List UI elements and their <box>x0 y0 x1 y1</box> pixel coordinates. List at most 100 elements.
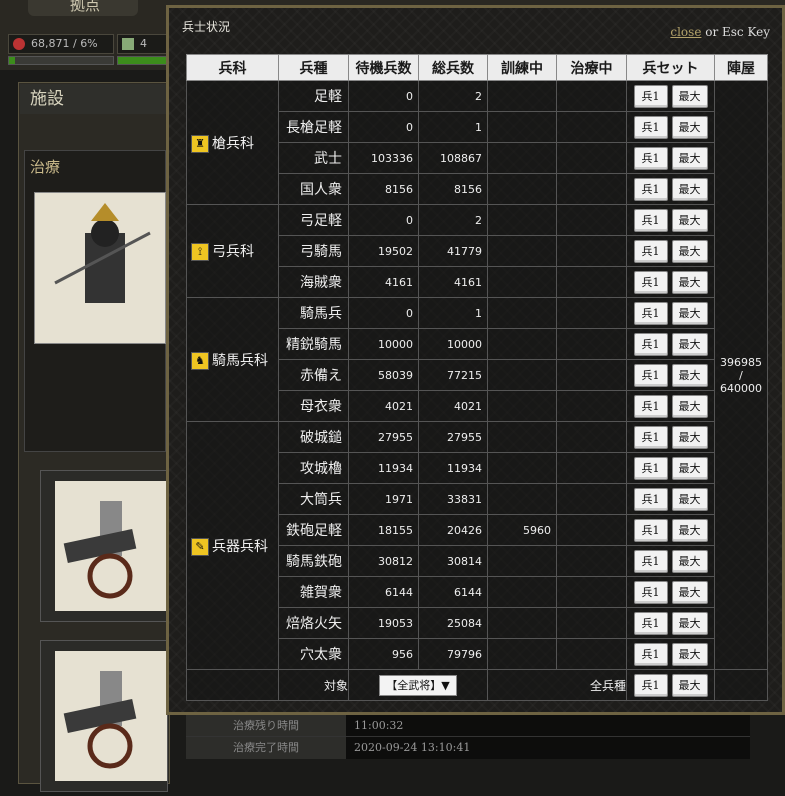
all-soldier1-button[interactable]: 兵1 <box>633 673 668 697</box>
soldier-set-cell: 兵1 最大 <box>626 142 715 174</box>
max-button[interactable]: 最大 <box>671 363 708 387</box>
category-name: 騎馬兵科 <box>212 352 268 369</box>
barracks-max: 640000 <box>720 381 762 395</box>
training-count <box>487 359 557 391</box>
soldier1-button[interactable]: 兵1 <box>633 425 668 449</box>
max-button[interactable]: 最大 <box>671 394 708 418</box>
unit-type: 騎馬鉄砲 <box>278 545 349 577</box>
category-cell: ✎ 兵器兵科 <box>186 421 279 670</box>
weapon-icon: ✎ <box>191 537 209 556</box>
max-button[interactable]: 最大 <box>671 425 708 449</box>
training-count <box>487 266 557 298</box>
soldier1-button[interactable]: 兵1 <box>633 456 668 480</box>
header-unit-type: 兵種 <box>278 54 349 81</box>
soldier1-button[interactable]: 兵1 <box>633 487 668 511</box>
waiting-count: 4161 <box>348 266 419 298</box>
total-count: 4021 <box>418 390 488 422</box>
soldier1-button[interactable]: 兵1 <box>633 642 668 666</box>
soldier1-button[interactable]: 兵1 <box>633 394 668 418</box>
soldier1-button[interactable]: 兵1 <box>633 549 668 573</box>
unit-type: 穴太衆 <box>278 638 349 670</box>
soldier1-button[interactable]: 兵1 <box>633 363 668 387</box>
all-set-cell: 兵1 最大 <box>626 669 715 701</box>
soldier-set-cell: 兵1 最大 <box>626 483 715 515</box>
training-count <box>487 80 557 112</box>
waiting-count: 18155 <box>348 514 419 546</box>
header-waiting: 待機兵数 <box>348 54 419 81</box>
cannon-illustration-2 <box>63 671 137 769</box>
max-button[interactable]: 最大 <box>671 146 708 170</box>
soldier1-button[interactable]: 兵1 <box>633 580 668 604</box>
unit-type: 長槍足軽 <box>278 111 349 143</box>
soldier1-button[interactable]: 兵1 <box>633 177 668 201</box>
max-button[interactable]: 最大 <box>671 580 708 604</box>
max-button[interactable]: 最大 <box>671 239 708 263</box>
cannon-card[interactable] <box>40 470 168 622</box>
unit-type: 弓足軽 <box>278 204 349 236</box>
max-button[interactable]: 最大 <box>671 84 708 108</box>
target-label: 対象 <box>278 669 349 701</box>
total-count: 27955 <box>418 421 488 453</box>
training-count <box>487 297 557 329</box>
max-button[interactable]: 最大 <box>671 456 708 480</box>
soldier1-button[interactable]: 兵1 <box>633 518 668 542</box>
total-count: 10000 <box>418 328 488 360</box>
soldier1-button[interactable]: 兵1 <box>633 239 668 263</box>
general-portrait[interactable] <box>34 192 166 344</box>
soldier-set-cell: 兵1 最大 <box>626 638 715 670</box>
total-count: 2 <box>418 204 488 236</box>
soldier1-button[interactable]: 兵1 <box>633 611 668 635</box>
soldier1-button[interactable]: 兵1 <box>633 146 668 170</box>
healing-count <box>556 235 627 267</box>
soldier-set-cell: 兵1 最大 <box>626 514 715 546</box>
soldier-set-cell: 兵1 最大 <box>626 328 715 360</box>
resource-indicator: 68,871 / 6% <box>8 34 114 54</box>
all-max-button[interactable]: 最大 <box>671 673 708 697</box>
close-link[interactable]: close <box>670 25 701 39</box>
healing-count <box>556 514 627 546</box>
max-button[interactable]: 最大 <box>671 270 708 294</box>
max-button[interactable]: 最大 <box>671 518 708 542</box>
soldier1-button[interactable]: 兵1 <box>633 332 668 356</box>
resource-indicator-2: 4 <box>117 34 169 54</box>
resource-bar-fill <box>9 57 16 64</box>
healing-count <box>556 452 627 484</box>
healing-count <box>556 359 627 391</box>
max-button[interactable]: 最大 <box>671 611 708 635</box>
unit-type: 海賊衆 <box>278 266 349 298</box>
soldier1-button[interactable]: 兵1 <box>633 208 668 232</box>
soldier1-button[interactable]: 兵1 <box>633 301 668 325</box>
soldier1-button[interactable]: 兵1 <box>633 115 668 139</box>
max-button[interactable]: 最大 <box>671 177 708 201</box>
training-count <box>487 483 557 515</box>
target-general-select[interactable]: 【全武将】▼ <box>379 674 457 696</box>
total-count: 25084 <box>418 607 488 639</box>
resource-value-2: 4 <box>140 37 147 50</box>
waiting-count: 58039 <box>348 359 419 391</box>
samurai-illustration <box>54 203 151 303</box>
soldier1-button[interactable]: 兵1 <box>633 84 668 108</box>
money-icon <box>122 38 134 50</box>
soldier1-button[interactable]: 兵1 <box>633 270 668 294</box>
healing-count <box>556 483 627 515</box>
max-button[interactable]: 最大 <box>671 115 708 139</box>
training-count <box>487 204 557 236</box>
waiting-count: 0 <box>348 80 419 112</box>
healing-count <box>556 421 627 453</box>
max-button[interactable]: 最大 <box>671 301 708 325</box>
unit-type: 焙烙火矢 <box>278 607 349 639</box>
training-count <box>487 545 557 577</box>
tab-base[interactable]: 拠点 <box>28 0 138 16</box>
cannon-card-2[interactable] <box>40 640 168 792</box>
max-button[interactable]: 最大 <box>671 332 708 356</box>
unit-type: 大筒兵 <box>278 483 349 515</box>
max-button[interactable]: 最大 <box>671 208 708 232</box>
max-button[interactable]: 最大 <box>671 487 708 511</box>
waiting-count: 19502 <box>348 235 419 267</box>
header-total: 総兵数 <box>418 54 488 81</box>
soldier-set-cell: 兵1 最大 <box>626 80 715 112</box>
healing-count <box>556 173 627 205</box>
max-button[interactable]: 最大 <box>671 549 708 573</box>
max-button[interactable]: 最大 <box>671 642 708 666</box>
waiting-count: 956 <box>348 638 419 670</box>
